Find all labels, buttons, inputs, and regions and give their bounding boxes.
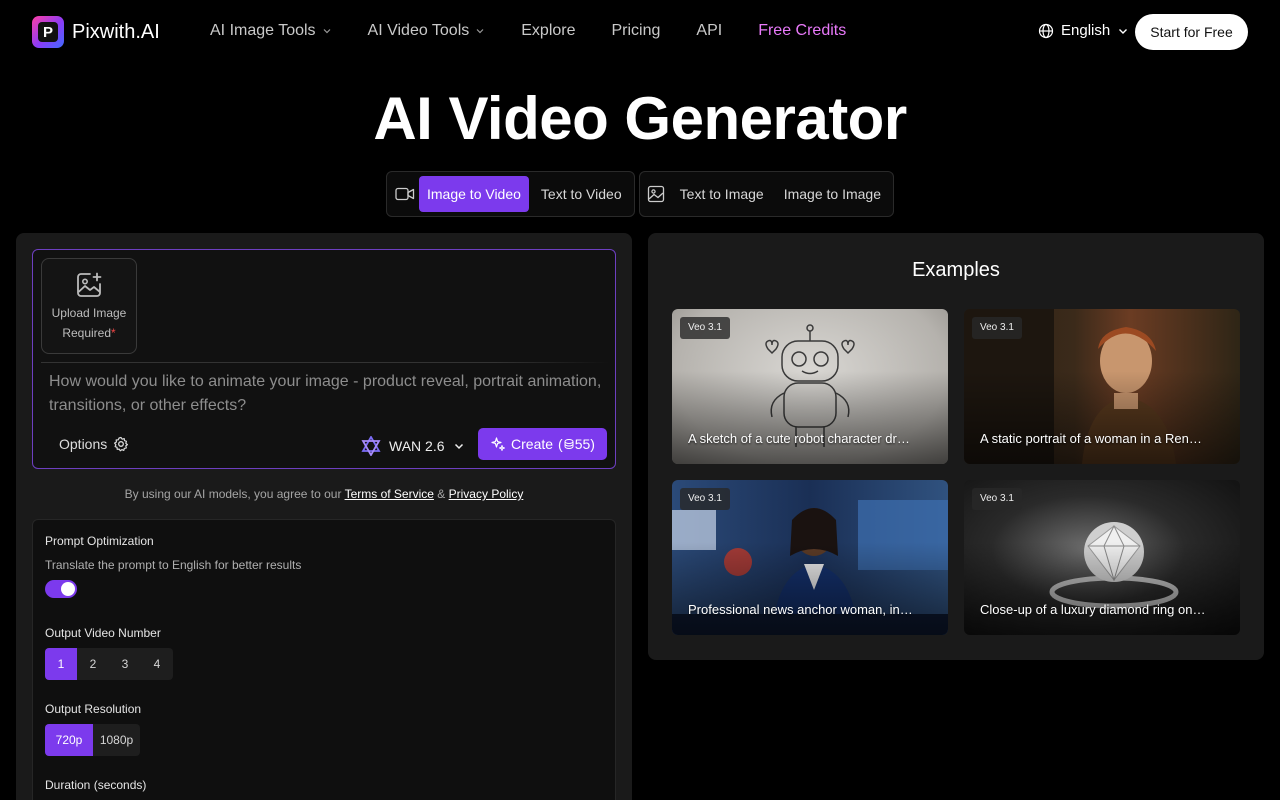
image-plus-icon xyxy=(77,272,102,297)
create-label: Create xyxy=(511,436,554,452)
logo-icon: P xyxy=(32,16,64,48)
chevron-down-icon xyxy=(454,443,463,450)
output-resolution-label: Output Resolution xyxy=(45,702,142,716)
menu-ai-image-tools[interactable]: AI Image Tools xyxy=(210,22,332,40)
create-cost-value: 55 xyxy=(574,436,591,452)
prompt-optimization-toggle[interactable] xyxy=(45,580,77,598)
video-number-option[interactable]: 3 xyxy=(109,648,141,680)
model-name: WAN 2.6 xyxy=(389,438,445,454)
brand-logo[interactable]: P Pixwith.AI xyxy=(32,16,160,48)
terms-and: & xyxy=(437,487,446,501)
privacy-policy-link[interactable]: Privacy Policy xyxy=(449,487,524,501)
upload-required: Required* xyxy=(62,326,115,340)
start-for-free-button[interactable]: Start for Free xyxy=(1135,14,1248,50)
model-badge: Veo 3.1 xyxy=(680,488,730,510)
example-card[interactable]: Veo 3.1 Close-up of a luxury diamond rin… xyxy=(964,480,1240,635)
prompt-box: Upload Image Required* Options WAN 2.6 xyxy=(32,249,616,469)
video-camera-icon xyxy=(391,176,419,212)
settings-panel: Prompt Optimization Translate the prompt… xyxy=(32,519,616,800)
terms-of-service-link[interactable]: Terms of Service xyxy=(345,487,434,501)
example-caption: Professional news anchor woman, in a stu… xyxy=(688,602,914,617)
example-card[interactable]: Veo 3.1 A static portrait of a woman in … xyxy=(964,309,1240,464)
tab-text-to-video[interactable]: Text to Video xyxy=(533,176,630,212)
resolution-option[interactable]: 1080p xyxy=(93,724,140,756)
main-menu: AI Image Tools AI Video Tools Explore Pr… xyxy=(210,22,846,40)
options-button[interactable]: Options xyxy=(59,436,129,452)
menu-free-credits[interactable]: Free Credits xyxy=(758,22,846,40)
video-number-option[interactable]: 4 xyxy=(141,648,173,680)
menu-ai-video-tools[interactable]: AI Video Tools xyxy=(368,22,486,40)
language-label: English xyxy=(1061,22,1111,39)
required-mark: * xyxy=(111,326,116,340)
upload-image-button[interactable]: Upload Image Required* xyxy=(41,258,137,354)
toggle-knob xyxy=(61,582,75,596)
image-mode-group: Text to Image Image to Image xyxy=(639,171,894,217)
brand-name: Pixwith.AI xyxy=(72,20,160,43)
duration-label: Duration (seconds) xyxy=(45,778,147,792)
model-selector[interactable]: WAN 2.6 xyxy=(361,432,465,460)
coins-icon xyxy=(564,439,574,449)
example-caption: A sketch of a cute robot character drawi… xyxy=(688,431,914,446)
divider xyxy=(41,362,609,363)
tab-text-to-image[interactable]: Text to Image xyxy=(672,176,772,212)
model-badge: Veo 3.1 xyxy=(680,317,730,339)
generator-panel: Upload Image Required* Options WAN 2.6 xyxy=(16,233,632,800)
create-button[interactable]: Create (55) xyxy=(478,428,607,460)
terms-prefix: By using our AI models, you agree to our xyxy=(124,487,342,501)
video-number-selector: 1 2 3 4 xyxy=(45,648,173,680)
card-shade xyxy=(964,542,1240,635)
prompt-optimization-desc: Translate the prompt to English for bett… xyxy=(45,558,302,572)
upload-label: Upload Image xyxy=(51,306,127,320)
menu-label: AI Video Tools xyxy=(367,22,470,39)
example-card[interactable]: Veo 3.1 A sketch of a cute robot charact… xyxy=(672,309,948,464)
prompt-input[interactable] xyxy=(49,370,605,422)
top-nav: P Pixwith.AI AI Image Tools AI Video Too… xyxy=(0,0,1280,64)
chevron-down-icon xyxy=(1119,28,1128,34)
menu-explore[interactable]: Explore xyxy=(521,22,575,40)
example-caption: Close-up of a luxury diamond ring on bla… xyxy=(980,602,1206,617)
model-badge: Veo 3.1 xyxy=(972,317,1022,339)
example-caption: A static portrait of a woman in a Renais… xyxy=(980,431,1206,446)
examples-panel: Examples Veo 3.1 A sketch of a cute robo… xyxy=(648,233,1264,660)
resolution-option[interactable]: 720p xyxy=(45,724,93,756)
sparkles-icon xyxy=(491,437,506,451)
menu-pricing[interactable]: Pricing xyxy=(612,22,661,40)
gear-icon xyxy=(114,436,129,452)
chevron-down-icon xyxy=(323,29,330,34)
menu-label: AI Image Tools xyxy=(210,22,316,39)
tab-image-to-video[interactable]: Image to Video xyxy=(419,176,529,212)
menu-api[interactable]: API xyxy=(696,22,722,40)
video-number-option[interactable]: 1 xyxy=(45,648,77,680)
page-title: AI Video Generator xyxy=(373,85,907,152)
globe-icon xyxy=(1038,23,1054,38)
image-icon xyxy=(644,176,668,212)
wan-model-icon xyxy=(361,436,381,456)
video-mode-group: Image to Video Text to Video xyxy=(386,171,635,217)
terms-notice: By using our AI models, you agree to our… xyxy=(16,487,632,501)
video-number-option[interactable]: 2 xyxy=(77,648,109,680)
prompt-optimization-label: Prompt Optimization xyxy=(45,534,154,548)
example-card[interactable]: Veo 3.1 Professional news anchor woman, … xyxy=(672,480,948,635)
card-shade xyxy=(672,542,948,635)
examples-title: Examples xyxy=(912,259,1000,281)
required-text: Required xyxy=(62,326,112,340)
language-selector[interactable]: English xyxy=(1038,22,1129,39)
model-badge: Veo 3.1 xyxy=(972,488,1022,510)
tab-image-to-image[interactable]: Image to Image xyxy=(776,176,889,212)
chevron-down-icon xyxy=(476,29,484,34)
card-shade xyxy=(672,371,948,464)
create-cost: (55) xyxy=(558,436,595,452)
card-shade xyxy=(964,371,1240,464)
options-label: Options xyxy=(59,436,108,452)
output-video-number-label: Output Video Number xyxy=(45,626,161,640)
resolution-selector: 720p 1080p xyxy=(45,724,140,756)
